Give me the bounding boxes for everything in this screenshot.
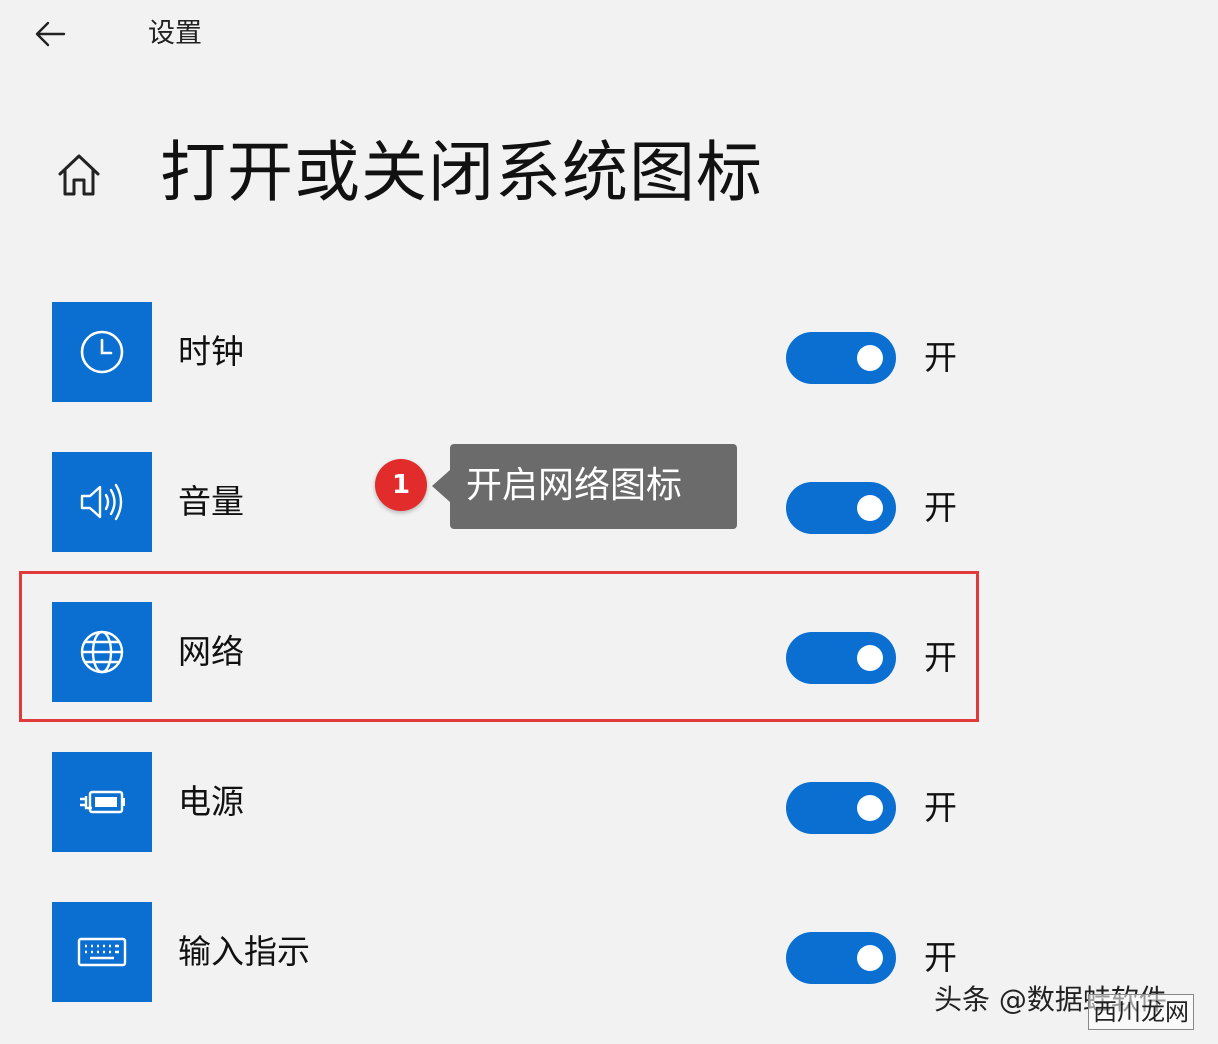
power-state: 开 [924, 788, 957, 827]
toggle-knob [857, 345, 883, 371]
clock-toggle[interactable] [786, 332, 896, 384]
page-title: 打开或关闭系统图标 [160, 134, 763, 211]
toggle-knob [857, 495, 883, 521]
input-indicator-state: 开 [924, 938, 957, 977]
back-arrow-icon [35, 21, 66, 47]
volume-tile [52, 452, 152, 552]
input-indicator-tile [52, 902, 152, 1002]
power-battery-icon [80, 790, 125, 814]
clock-tile [52, 302, 152, 402]
power-toggle[interactable] [786, 782, 896, 834]
clock-label: 时钟 [178, 332, 244, 371]
clock-state: 开 [924, 338, 957, 377]
annotation-callout: 开启网络图标 [432, 444, 737, 529]
power-label: 电源 [178, 782, 244, 821]
input-indicator-toggle[interactable] [786, 932, 896, 984]
setting-row-input-indicator: 输入指示 开 [0, 902, 1000, 1002]
toggle-knob [857, 945, 883, 971]
volume-state: 开 [924, 488, 957, 527]
setting-row-clock: 时钟 开 [0, 302, 1000, 402]
clock-icon [80, 330, 124, 374]
network-highlight-box [19, 571, 979, 722]
toggle-knob [857, 795, 883, 821]
keyboard-icon [77, 937, 127, 967]
watermark-secondary: 西川龙网 [1088, 994, 1194, 1030]
volume-toggle[interactable] [786, 482, 896, 534]
step-badge: 1 [375, 459, 427, 511]
back-button[interactable] [30, 14, 70, 54]
input-indicator-label: 输入指示 [178, 932, 310, 971]
volume-icon [80, 483, 123, 521]
home-icon [58, 154, 100, 196]
home-button[interactable] [52, 148, 106, 202]
window-title: 设置 [148, 18, 202, 49]
callout-text: 开启网络图标 [466, 465, 683, 506]
volume-label: 音量 [178, 482, 244, 521]
power-tile [52, 752, 152, 852]
setting-row-power: 电源 开 [0, 752, 1000, 852]
